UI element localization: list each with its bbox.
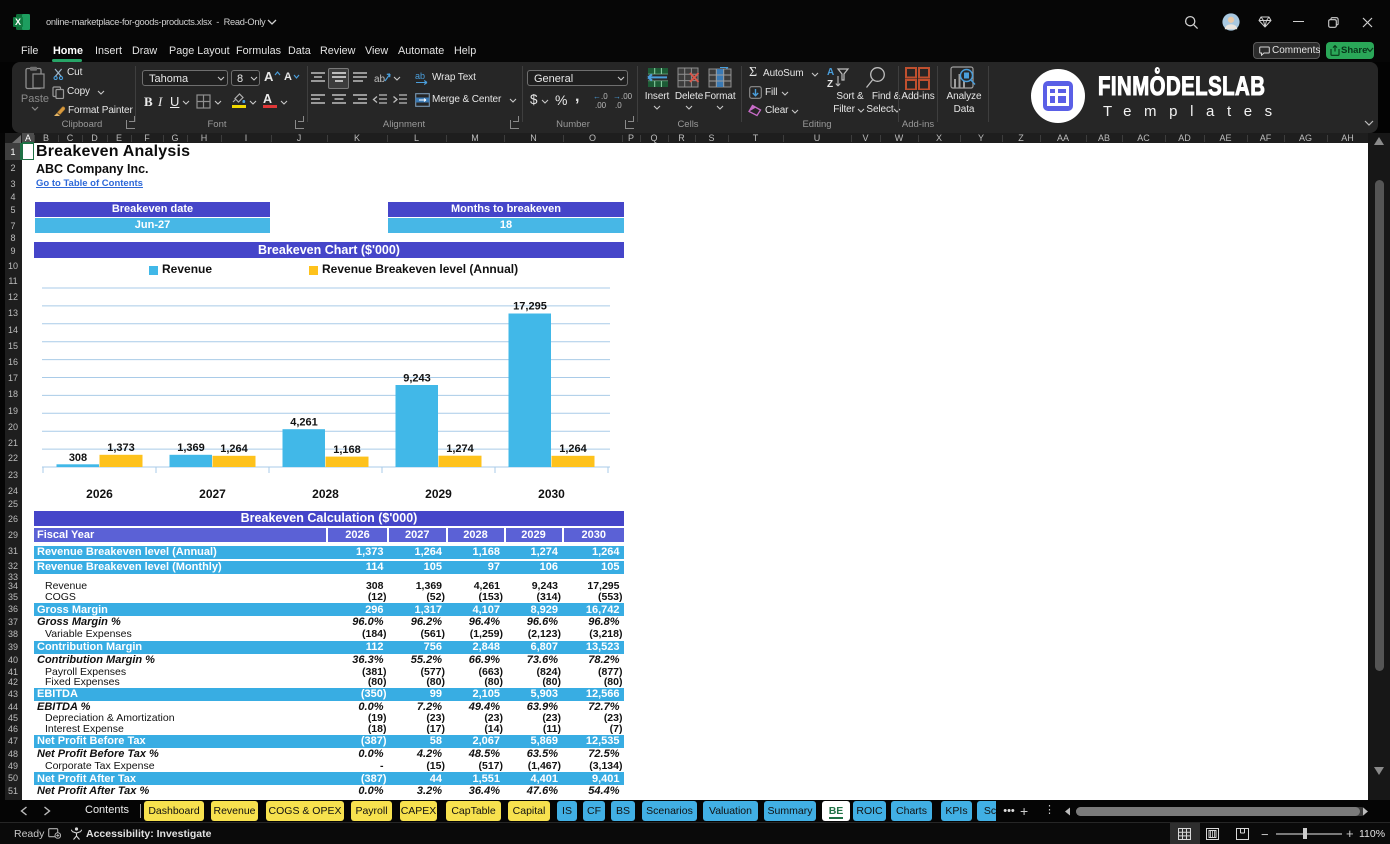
svg-text:1,274: 1,274 (446, 443, 474, 455)
svg-text:9,243: 9,243 (403, 373, 431, 385)
svg-text:1,264: 1,264 (559, 443, 587, 455)
svg-text:ab: ab (374, 74, 386, 85)
svg-text:ab: ab (415, 71, 425, 81)
svg-text:1,264: 1,264 (220, 443, 248, 455)
svg-text:17,295: 17,295 (513, 301, 547, 313)
svg-text:1,369: 1,369 (177, 442, 205, 454)
svg-text:4,261: 4,261 (290, 417, 318, 429)
svg-text:308: 308 (69, 452, 87, 464)
svg-text:X: X (15, 17, 21, 27)
svg-text:1,373: 1,373 (107, 442, 135, 454)
svg-text:Z: Z (827, 79, 833, 89)
svg-text:A: A (827, 67, 834, 78)
svg-text:1,168: 1,168 (333, 444, 361, 456)
